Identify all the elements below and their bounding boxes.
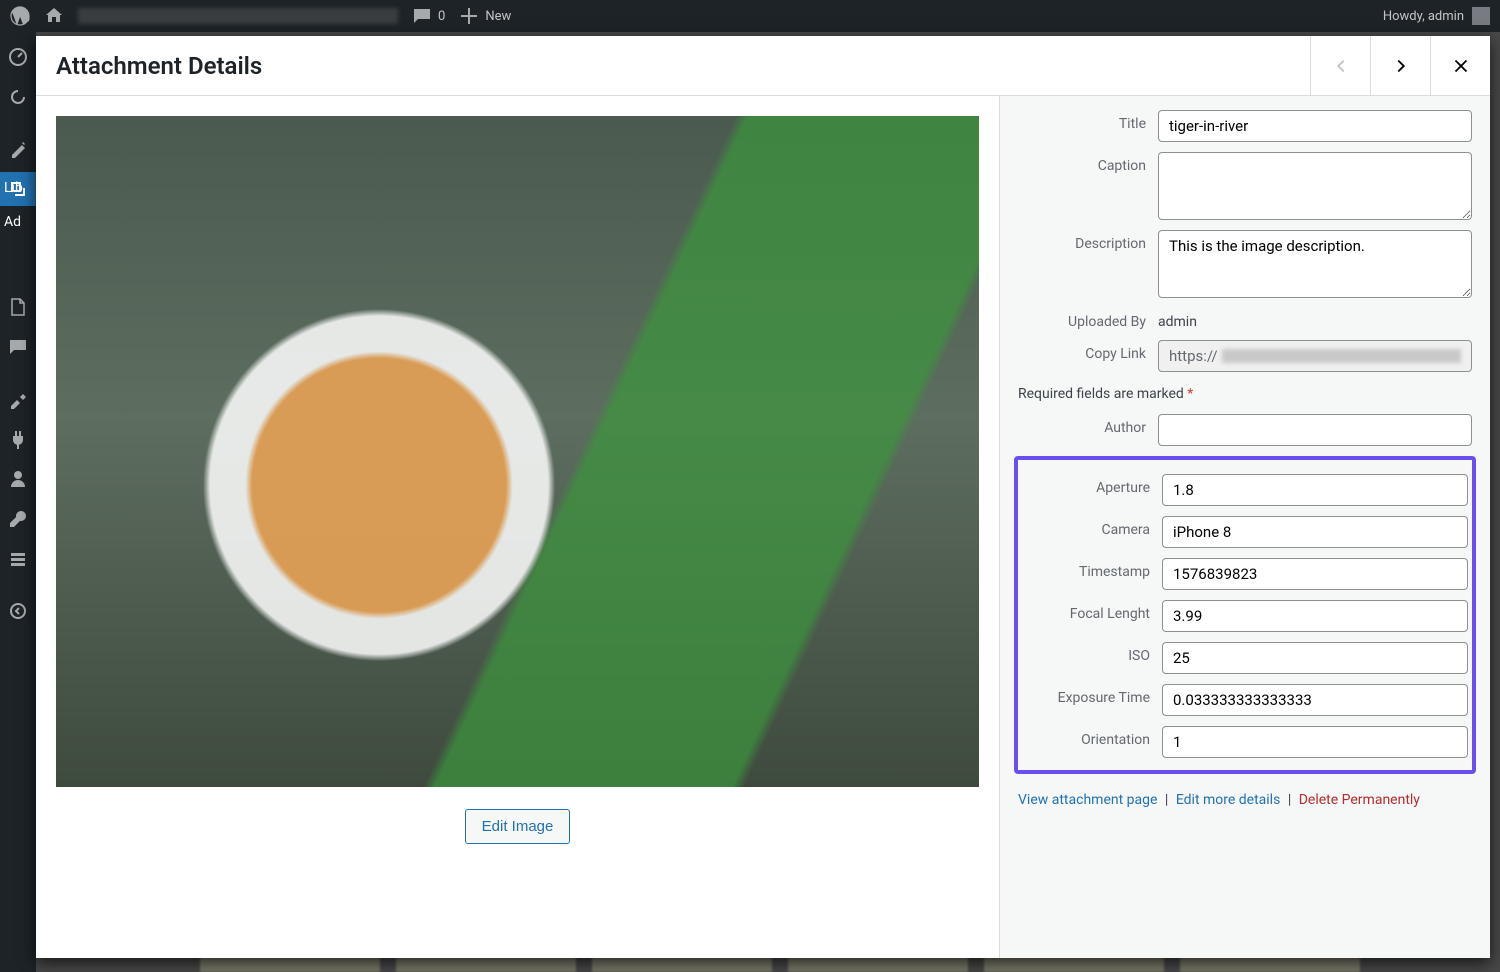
menu-appearance[interactable] [0,382,36,416]
menu-dashboard[interactable] [0,40,36,74]
preview-pane: Edit Image [36,96,1000,958]
aperture-field[interactable] [1162,474,1468,506]
title-field[interactable] [1158,110,1472,142]
site-name-blurred [78,8,398,24]
copy-link-field[interactable]: https:// [1158,340,1472,372]
menu-tools[interactable] [0,502,36,536]
label-orientation: Orientation [1022,726,1162,748]
label-camera: Camera [1022,516,1162,538]
menu-settings[interactable] [0,542,36,576]
close-button[interactable] [1430,36,1490,95]
label-exposure: Exposure Time [1022,684,1162,706]
new-content-link[interactable]: New [459,6,511,26]
submenu-library[interactable]: Lib [4,180,23,196]
menu-posts[interactable] [0,132,36,166]
home-icon[interactable] [44,6,64,26]
focal-length-field[interactable] [1162,600,1468,632]
label-aperture: Aperture [1022,474,1162,496]
modal-title: Attachment Details [56,52,262,80]
view-attachment-page-link[interactable]: View attachment page [1018,792,1157,808]
modal-header: Attachment Details [36,36,1490,96]
label-uploaded-by: Uploaded By [1018,308,1158,330]
account-link[interactable]: Howdy, admin [1383,7,1490,25]
uploaded-by-value: admin [1158,308,1472,330]
label-title: Title [1018,110,1158,132]
wp-logo[interactable] [10,6,30,26]
comments-link[interactable]: 0 [412,6,445,26]
menu-plugins[interactable] [0,422,36,456]
label-focal-length: Focal Lenght [1022,600,1162,622]
menu-comments[interactable] [0,330,36,364]
attachment-details-modal: Attachment Details Edit Image Title Capt… [36,36,1490,958]
label-iso: ISO [1022,642,1162,664]
menu-updates[interactable] [0,80,36,114]
attachment-image [56,116,979,787]
admin-bar: 0 New Howdy, admin [0,0,1500,32]
orientation-field[interactable] [1162,726,1468,758]
description-field[interactable] [1158,230,1472,298]
timestamp-field[interactable] [1162,558,1468,590]
howdy-text: Howdy, admin [1383,9,1464,24]
comment-count: 0 [438,9,445,24]
label-caption: Caption [1018,152,1158,174]
label-copy-link: Copy Link [1018,340,1158,362]
camera-field[interactable] [1162,516,1468,548]
caption-field[interactable] [1158,152,1472,220]
exif-highlight-box: Aperture Camera Timestamp Focal Lenght I… [1014,456,1476,774]
exposure-field[interactable] [1162,684,1468,716]
label-timestamp: Timestamp [1022,558,1162,580]
prev-button[interactable] [1310,36,1370,95]
menu-pages[interactable] [0,290,36,324]
required-note: Required fields are marked * [1018,386,1472,402]
label-author: Author [1018,414,1158,436]
menu-collapse[interactable] [0,594,36,628]
action-links: View attachment page | Edit more details… [1018,788,1472,808]
edit-more-details-link[interactable]: Edit more details [1176,792,1281,808]
details-pane: Title Caption Description Uploaded By ad… [1000,96,1490,958]
label-description: Description [1018,230,1158,252]
menu-users[interactable] [0,462,36,496]
admin-menu [0,32,36,972]
iso-field[interactable] [1162,642,1468,674]
submenu-addnew[interactable]: Ad [4,214,23,230]
delete-permanently-link[interactable]: Delete Permanently [1299,792,1420,808]
media-submenu: Lib Ad [0,180,23,230]
edit-image-button[interactable]: Edit Image [465,809,571,844]
avatar [1472,7,1490,25]
next-button[interactable] [1370,36,1430,95]
author-field[interactable] [1158,414,1472,446]
